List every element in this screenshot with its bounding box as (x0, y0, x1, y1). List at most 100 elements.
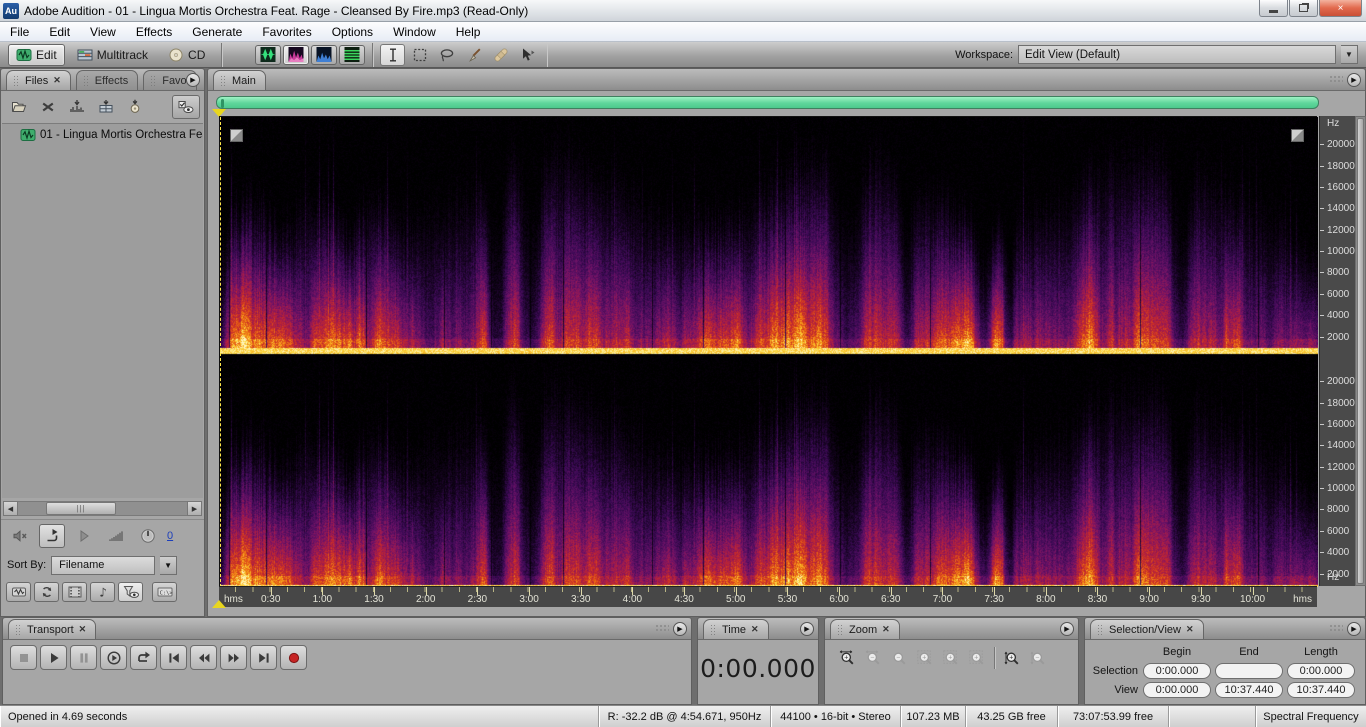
fast-forward-button[interactable] (220, 645, 247, 670)
close-tab-icon[interactable]: ✕ (1186, 624, 1194, 635)
menu-effects[interactable]: Effects (126, 22, 182, 41)
workspace-dropdown-arrow-icon[interactable]: ▼ (1341, 45, 1358, 64)
marquee-selection-tool-button[interactable] (407, 44, 432, 66)
show-midi-button[interactable]: ♪ (90, 582, 115, 602)
time-field[interactable]: 10:37.440 (1287, 681, 1355, 698)
menu-edit[interactable]: Edit (39, 22, 80, 41)
menu-file[interactable]: File (0, 22, 39, 41)
speaker-muted-button[interactable] (7, 524, 33, 548)
zoom-in-left-edge-button[interactable]: + (964, 647, 990, 669)
menu-view[interactable]: View (80, 22, 126, 41)
close-tab-icon[interactable]: ✕ (751, 624, 759, 635)
sort-by-select[interactable]: Filename (51, 555, 156, 575)
zoom-out-vertically-button[interactable]: − (1025, 647, 1051, 669)
time-field[interactable]: 10:37.440 (1215, 681, 1283, 698)
autoplay-button[interactable] (39, 523, 65, 548)
zoom-in-right-edge-button[interactable]: + (938, 647, 964, 669)
rewind-button[interactable] (190, 645, 217, 670)
multitrack-mode-button[interactable]: Multitrack (69, 44, 156, 66)
zoom-to-selection-button[interactable]: + (912, 647, 938, 669)
file-list[interactable]: 01 - Lingua Mortis Orchestra Feat (2, 123, 203, 498)
menu-favorites[interactable]: Favorites (252, 22, 321, 41)
zoom-in-horizontally-button[interactable]: + (834, 647, 860, 669)
go-to-beginning-button[interactable] (160, 645, 187, 670)
show-video-button[interactable] (62, 582, 87, 602)
show-audio-button[interactable] (6, 582, 31, 602)
options-toggle-button[interactable] (172, 95, 200, 119)
frequency-ruler[interactable]: Hz 20000 18000 16000 14000 12000 10000 8000 6000… (1319, 116, 1355, 586)
spectral-phase-view-button[interactable] (339, 44, 366, 65)
transport-panel-menu-button[interactable]: ▶ (673, 622, 687, 636)
hscroll-thumb[interactable]: ||| (46, 502, 116, 515)
time-field[interactable] (1215, 662, 1283, 679)
file-list-item[interactable]: 01 - Lingua Mortis Orchestra Feat (2, 124, 203, 145)
right-channel-button[interactable] (1291, 129, 1304, 142)
play-small-button[interactable] (71, 524, 97, 548)
close-file-button[interactable] (34, 95, 61, 120)
zoom-in-vertically-button[interactable]: + (999, 647, 1025, 669)
files-panel-menu-button[interactable]: ▶ (186, 73, 200, 87)
tab-main[interactable]: Main (213, 70, 266, 90)
tab-transport[interactable]: Transport ✕ (8, 619, 97, 639)
record-button[interactable] (280, 645, 307, 670)
spectral-pan-view-button[interactable] (311, 44, 338, 65)
zoom-out-horizontally-button[interactable]: − (860, 647, 886, 669)
time-field[interactable]: 0:00.000 (1143, 662, 1211, 679)
tab-files[interactable]: Files ✕ (6, 70, 71, 90)
pause-button[interactable] (70, 645, 97, 670)
close-button[interactable]: × (1319, 0, 1362, 17)
lasso-selection-tool-button[interactable] (434, 44, 459, 66)
tab-time[interactable]: Time ✕ (703, 619, 769, 639)
scroll-right-icon[interactable]: ▶ (187, 501, 202, 516)
spectrogram-canvas[interactable] (220, 117, 1318, 587)
open-file-button[interactable] (5, 95, 32, 120)
left-channel-button[interactable] (230, 129, 243, 142)
selection-panel-menu-button[interactable]: ▶ (1347, 622, 1361, 636)
import-session-button[interactable] (92, 95, 119, 120)
file-list-hscrollbar[interactable]: ◀ ||| ▶ (3, 500, 202, 517)
loop-play-button[interactable] (130, 645, 157, 670)
zoom-panel-menu-button[interactable]: ▶ (1060, 622, 1074, 636)
play-button[interactable] (40, 645, 67, 670)
time-selection-tool-button[interactable] (380, 43, 406, 66)
scrub-tool-button[interactable] (515, 44, 540, 66)
playhead-marker-bottom[interactable] (212, 600, 226, 608)
stop-button[interactable] (10, 645, 37, 670)
menu-window[interactable]: Window (383, 22, 446, 41)
meter-button[interactable] (103, 524, 129, 548)
show-loops-button[interactable] (34, 582, 59, 602)
tab-selection-view[interactable]: Selection/View ✕ (1090, 619, 1204, 639)
menu-options[interactable]: Options (322, 22, 383, 41)
time-field[interactable]: 0:00.000 (1287, 662, 1355, 679)
vertical-scrollbar[interactable] (1355, 116, 1366, 586)
show-full-path-button[interactable]: C:\> (152, 582, 177, 602)
scroll-left-icon[interactable]: ◀ (3, 501, 18, 516)
spot-healing-brush-tool-button[interactable] (488, 44, 513, 66)
import-audio-button[interactable] (63, 95, 90, 120)
close-tab-icon[interactable]: ✕ (79, 624, 87, 635)
zoom-navigation-bar[interactable] (216, 96, 1319, 109)
timeline-ruler[interactable]: hms 0:30 1:00 1:30 2:00 2:30 3:00 3:30 4:00 4:30 5… (219, 586, 1317, 607)
workspace-select[interactable]: Edit View (Default) (1018, 45, 1336, 64)
import-cd-button[interactable] (121, 95, 148, 120)
waveform-view-button[interactable] (255, 44, 282, 65)
vscroll-thumb[interactable] (1357, 118, 1364, 584)
tab-zoom[interactable]: Zoom ✕ (830, 619, 900, 639)
knob-button[interactable] (135, 524, 161, 548)
menu-generate[interactable]: Generate (182, 22, 252, 41)
cd-mode-button[interactable]: CD (160, 44, 213, 66)
restore-button[interactable] (1289, 0, 1318, 17)
menu-help[interactable]: Help (446, 22, 491, 41)
hscroll-track[interactable]: ||| (18, 501, 187, 516)
edit-mode-button[interactable]: Edit (8, 43, 65, 66)
main-panel-menu-button[interactable]: ▶ (1347, 73, 1361, 87)
time-panel-menu-button[interactable]: ▶ (800, 622, 814, 636)
spectral-frequency-view-button[interactable] (283, 44, 310, 65)
time-field[interactable]: 0:00.000 (1143, 681, 1211, 698)
close-tab-icon[interactable]: ✕ (53, 75, 61, 86)
current-time-display[interactable]: 0:00.000 (698, 654, 818, 683)
filter-options-button[interactable] (118, 582, 143, 602)
effects-paintbrush-tool-button[interactable] (461, 44, 486, 66)
spectral-display[interactable] (219, 116, 1318, 587)
nav-handle[interactable] (221, 99, 224, 108)
